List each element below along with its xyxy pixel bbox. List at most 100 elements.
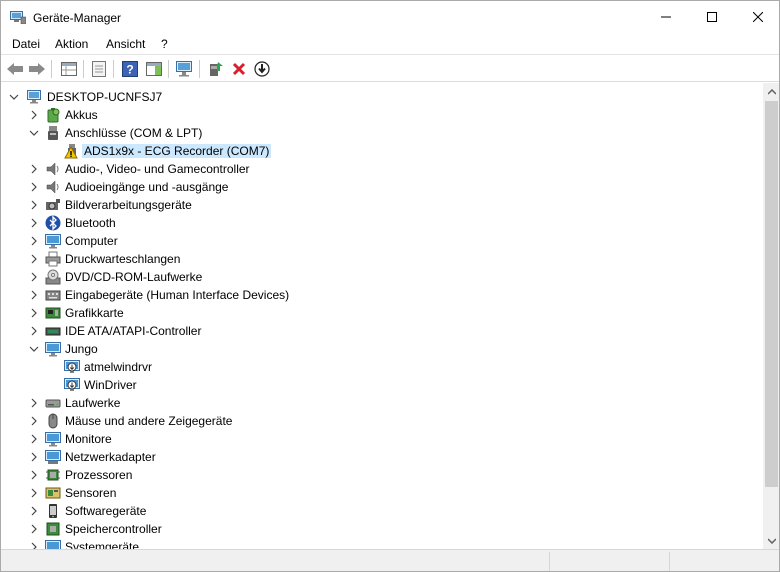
help-icon: ? [122, 61, 138, 77]
maximize-button[interactable] [689, 1, 735, 33]
chevron-right-icon[interactable] [28, 108, 40, 122]
tree-category-item[interactable]: Netzwerkadapter [1, 448, 761, 466]
tree-item-label: Monitore [65, 432, 112, 446]
chevron-right-icon[interactable] [28, 432, 40, 446]
scroll-thumb[interactable] [765, 101, 778, 487]
tree-category-item[interactable]: Grafikkarte [1, 304, 761, 322]
monitor-icon [45, 342, 61, 357]
update-driver-button[interactable] [206, 59, 226, 79]
software-device-icon [49, 504, 57, 518]
chevron-right-icon[interactable] [28, 522, 40, 536]
chevron-right-icon[interactable] [28, 414, 40, 428]
close-button[interactable] [735, 1, 779, 33]
chevron-right-icon[interactable] [28, 198, 40, 212]
tree-category-item[interactable]: IDE ATA/ATAPI-Controller [1, 322, 761, 340]
chevron-right-icon[interactable] [28, 540, 40, 549]
tree-item-label: Bildverarbeitungsgeräte [65, 198, 192, 212]
tree-category-item[interactable]: Mäuse und andere Zeigegeräte [1, 412, 761, 430]
tree-category-item[interactable]: DVD/CD-ROM-Laufwerke [1, 268, 761, 286]
menu-datei[interactable]: Datei [12, 37, 40, 51]
tree-category-item[interactable]: Monitore [1, 430, 761, 448]
chevron-right-icon[interactable] [28, 468, 40, 482]
tree-child-item[interactable]: WinDriver [1, 376, 761, 394]
tree-category-item[interactable]: Bluetooth [1, 214, 761, 232]
tree-category-item[interactable]: Prozessoren [1, 466, 761, 484]
chevron-right-icon[interactable] [28, 234, 40, 248]
menu-help[interactable]: ? [161, 37, 168, 51]
tree-category-item[interactable]: Speichercontroller [1, 520, 761, 538]
back-icon [7, 63, 23, 75]
tree-category-item[interactable]: Computer [1, 232, 761, 250]
chevron-down-icon[interactable] [8, 90, 20, 104]
disk-drive-icon [45, 399, 61, 408]
tree-category-item[interactable]: Druckwarteschlangen [1, 250, 761, 268]
tree-item-label: Softwaregeräte [65, 504, 147, 518]
device-tree[interactable]: DESKTOP-UCNFSJ7 Akkus Anschlüsse (COM & L… [1, 83, 763, 549]
monitor-icon [45, 234, 61, 249]
chevron-right-icon[interactable] [28, 504, 40, 518]
tree-item-label: Systemgeräte [65, 540, 140, 549]
chevron-right-icon[interactable] [28, 486, 40, 500]
scroll-down-arrow-icon[interactable] [763, 532, 779, 549]
computer-icon [27, 90, 41, 104]
tree-item-label: IDE ATA/ATAPI-Controller [65, 324, 202, 338]
uninstall-device-button[interactable] [229, 59, 249, 79]
title-bar[interactable]: Geräte-Manager [1, 1, 779, 33]
toolbar: ? [1, 56, 779, 82]
chevron-right-icon[interactable] [28, 252, 40, 266]
chevron-right-icon[interactable] [28, 450, 40, 464]
driver-icon [64, 378, 80, 391]
tree-item-label: Akkus [65, 108, 98, 122]
speaker-icon [46, 180, 59, 194]
chevron-right-icon[interactable] [28, 288, 40, 302]
properties-sheet-button[interactable] [89, 59, 109, 79]
vertical-scrollbar[interactable] [763, 83, 779, 549]
camera-icon [46, 199, 60, 210]
chevron-right-icon[interactable] [28, 216, 40, 230]
chevron-down-icon[interactable] [28, 126, 40, 140]
properties-sheet-icon [92, 61, 106, 77]
display-adapter-icon [45, 307, 61, 319]
tree-category-item[interactable]: Anschlüsse (COM & LPT) [1, 124, 761, 142]
tree-category-item[interactable]: Sensoren [1, 484, 761, 502]
uninstall-device-icon [232, 62, 246, 76]
tree-category-item[interactable]: Audio-, Video- und Gamecontroller [1, 160, 761, 178]
tree-item-label: WinDriver [84, 378, 137, 392]
scroll-up-arrow-icon[interactable] [763, 83, 779, 100]
chevron-down-icon[interactable] [28, 342, 40, 356]
scan-hardware-button[interactable] [175, 59, 195, 79]
minimize-button[interactable] [643, 1, 689, 33]
warning-device-icon [64, 144, 78, 159]
tree-child-item[interactable]: atmelwindrvr [1, 358, 761, 376]
chevron-right-icon[interactable] [28, 324, 40, 338]
tree-category-item[interactable]: Eingabegeräte (Human Interface Devices) [1, 286, 761, 304]
tree-category-item[interactable]: Audioeingänge und -ausgänge [1, 178, 761, 196]
port-icon [48, 126, 58, 140]
download-driver-button[interactable] [252, 59, 272, 79]
forward-button[interactable] [27, 59, 47, 79]
storage-controller-icon [46, 522, 60, 536]
tree-category-item[interactable]: Softwaregeräte [1, 502, 761, 520]
chevron-right-icon[interactable] [28, 162, 40, 176]
back-button[interactable] [5, 59, 25, 79]
tree-root-label: DESKTOP-UCNFSJ7 [47, 90, 163, 104]
chevron-right-icon[interactable] [28, 180, 40, 194]
menu-ansicht[interactable]: Ansicht [106, 37, 145, 51]
properties-grid-button[interactable] [59, 59, 79, 79]
tree-child-item[interactable]: ADS1x9x - ECG Recorder (COM7) [1, 142, 761, 160]
tree-category-item[interactable]: Systemgeräte [1, 538, 761, 549]
disc-icon [45, 269, 61, 285]
tree-category-item[interactable]: Jungo [1, 340, 761, 358]
tree-category-item[interactable]: Laufwerke [1, 394, 761, 412]
tree-category-item[interactable]: Bildverarbeitungsgeräte [1, 196, 761, 214]
menu-aktion[interactable]: Aktion [55, 37, 88, 51]
chevron-right-icon[interactable] [28, 306, 40, 320]
chevron-right-icon[interactable] [28, 270, 40, 284]
help-button[interactable]: ? [120, 59, 140, 79]
tree-root[interactable]: DESKTOP-UCNFSJ7 [1, 88, 761, 106]
chevron-right-icon[interactable] [28, 396, 40, 410]
tree-category-item[interactable]: Akkus [1, 106, 761, 124]
ide-controller-icon [45, 327, 61, 336]
speaker-icon [46, 162, 59, 176]
action-pane-button[interactable] [144, 59, 164, 79]
